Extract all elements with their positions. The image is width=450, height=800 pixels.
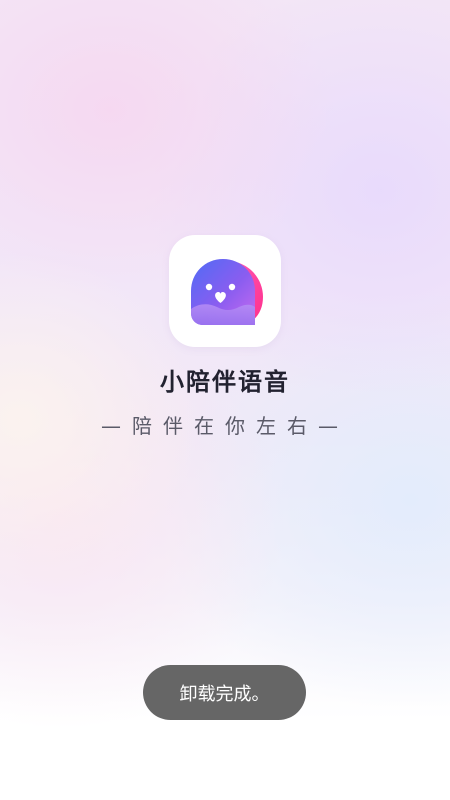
app-logo-icon [169,235,281,347]
splash-screen: 小陪伴语音 —陪伴在你左右— 卸载完成。 [0,0,450,800]
toast-message: 卸载完成。 [179,683,270,705]
toast-notification: 卸载完成。 [143,665,306,720]
app-slogan: —陪伴在你左右— [101,414,349,438]
logo-graphic [191,259,263,325]
app-name: 小陪伴语音 [160,368,290,396]
